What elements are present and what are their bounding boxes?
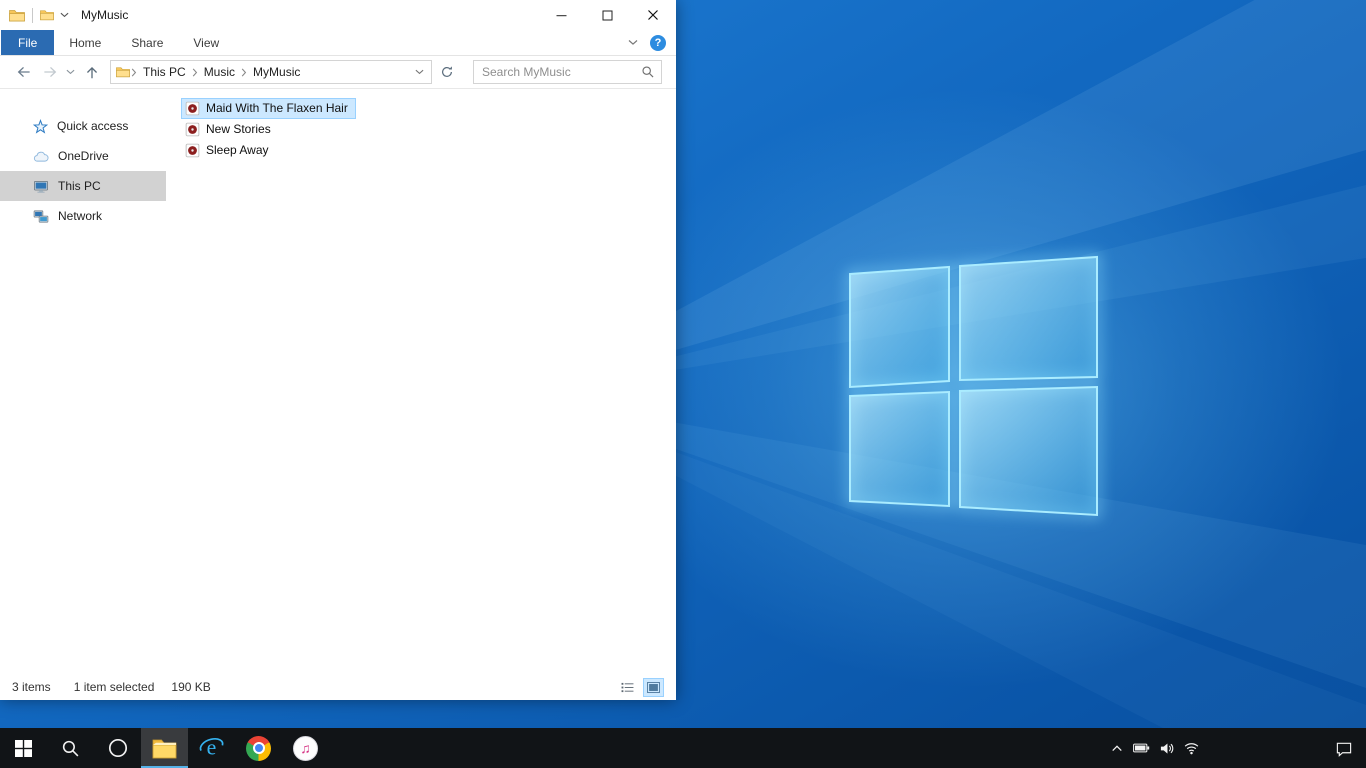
- ribbon-tab-bar: File Home Share View ?: [0, 30, 676, 56]
- folder-icon: [152, 738, 177, 759]
- status-selection: 1 item selected: [73, 680, 155, 694]
- titlebar-separator: [32, 7, 33, 23]
- breadcrumb-chevron-icon[interactable]: [130, 68, 138, 77]
- file-name: Sleep Away: [206, 143, 269, 157]
- sidebar-item-network[interactable]: Network: [0, 201, 166, 231]
- tab-share[interactable]: Share: [116, 30, 178, 55]
- cortana-circle-icon: [107, 737, 129, 759]
- maximize-button[interactable]: [584, 0, 630, 30]
- sidebar-item-label: This PC: [58, 179, 101, 193]
- tab-home[interactable]: Home: [54, 30, 116, 55]
- search-icon[interactable]: [641, 65, 655, 79]
- taskbar-chrome-button[interactable]: [235, 728, 282, 768]
- ribbon-collapse-chevron-icon[interactable]: [628, 39, 638, 46]
- address-bar[interactable]: This PC Music MyMusic: [110, 60, 432, 84]
- breadcrumb-chevron-icon[interactable]: [191, 68, 199, 77]
- window-folder-icon: [9, 9, 25, 22]
- audio-file-icon: [185, 143, 200, 158]
- audio-file-icon: [185, 122, 200, 137]
- help-button[interactable]: ?: [650, 34, 666, 51]
- address-folder-icon: [116, 66, 130, 78]
- minimize-button[interactable]: [538, 0, 584, 30]
- wifi-icon[interactable]: [1179, 728, 1204, 768]
- large-icons-view-button[interactable]: [643, 677, 664, 697]
- taskbar-file-explorer-button[interactable]: [141, 728, 188, 768]
- action-center-button[interactable]: [1322, 728, 1366, 768]
- navigation-bar: This PC Music MyMusic: [0, 56, 676, 89]
- refresh-button[interactable]: [434, 60, 460, 84]
- sidebar-item-onedrive[interactable]: OneDrive: [0, 141, 166, 171]
- qat-customize-chevron-icon[interactable]: [60, 12, 69, 18]
- status-bar: 3 items 1 item selected 190 KB: [0, 674, 676, 700]
- tab-view[interactable]: View: [178, 30, 234, 55]
- start-button[interactable]: [0, 728, 47, 768]
- navigation-pane: Quick access OneDrive This PC Network: [0, 89, 166, 674]
- file-name: New Stories: [206, 122, 271, 136]
- star-icon: [33, 118, 48, 134]
- tray-chevron-up-icon[interactable]: [1104, 728, 1129, 768]
- breadcrumb-music[interactable]: Music: [199, 65, 240, 79]
- taskbar-itunes-button[interactable]: ♫: [282, 728, 329, 768]
- file-explorer-window: MyMusic File Home Share View ? This PC M…: [0, 0, 676, 700]
- cortana-button[interactable]: [94, 728, 141, 768]
- ie-icon: e: [198, 735, 225, 762]
- up-button[interactable]: [78, 59, 106, 85]
- volume-icon[interactable]: [1154, 728, 1179, 768]
- status-size: 190 KB: [171, 680, 211, 694]
- details-view-button[interactable]: [617, 678, 638, 697]
- forward-button[interactable]: [38, 59, 62, 85]
- quick-access-toolbar-icon[interactable]: [40, 9, 54, 21]
- search-icon: [61, 739, 80, 758]
- window-content: Quick access OneDrive This PC Network Ma…: [0, 89, 676, 674]
- titlebar[interactable]: MyMusic: [0, 0, 676, 30]
- sidebar-item-this-pc[interactable]: This PC: [0, 171, 166, 201]
- file-item-maid-with-the-flaxen-hair[interactable]: Maid With The Flaxen Hair: [181, 98, 356, 119]
- file-item-new-stories[interactable]: New Stories: [181, 119, 279, 140]
- window-title: MyMusic: [81, 8, 129, 22]
- file-list[interactable]: Maid With The Flaxen Hair New Stories Sl…: [166, 89, 676, 674]
- search-input[interactable]: [482, 65, 641, 79]
- action-center-icon: [1335, 740, 1353, 757]
- tab-file[interactable]: File: [1, 30, 55, 55]
- breadcrumb-mymusic[interactable]: MyMusic: [248, 65, 305, 79]
- system-tray: [1104, 728, 1204, 768]
- battery-icon[interactable]: [1129, 728, 1154, 768]
- back-button[interactable]: [8, 59, 38, 85]
- file-item-sleep-away[interactable]: Sleep Away: [181, 140, 277, 161]
- music-note-icon: ♫: [293, 735, 318, 761]
- sidebar-item-label: Quick access: [57, 119, 129, 133]
- breadcrumb-chevron-icon[interactable]: [240, 68, 248, 77]
- audio-file-icon: [185, 101, 200, 116]
- sidebar-item-label: OneDrive: [58, 149, 109, 163]
- computer-icon: [33, 179, 49, 194]
- status-item-count: 3 items: [12, 680, 51, 694]
- taskbar-internet-explorer-button[interactable]: e: [188, 728, 235, 768]
- network-icon: [33, 209, 49, 224]
- sidebar-item-quick-access[interactable]: Quick access: [0, 111, 166, 141]
- taskbar-search-button[interactable]: [47, 728, 94, 768]
- caption-buttons: [538, 0, 676, 30]
- close-button[interactable]: [630, 0, 676, 30]
- windows-logo-icon: [15, 739, 32, 757]
- file-name: Maid With The Flaxen Hair: [206, 101, 348, 115]
- sidebar-item-label: Network: [58, 209, 103, 223]
- breadcrumb-this-pc[interactable]: This PC: [138, 65, 191, 79]
- cloud-icon: [33, 150, 49, 163]
- taskbar: e ♫: [0, 728, 1366, 768]
- search-box[interactable]: [473, 60, 662, 84]
- recent-locations-chevron-icon[interactable]: [62, 59, 78, 85]
- chrome-icon: [246, 735, 271, 761]
- address-dropdown-chevron-icon[interactable]: [409, 61, 429, 83]
- desktop[interactable]: MyMusic File Home Share View ? This PC M…: [0, 0, 1366, 768]
